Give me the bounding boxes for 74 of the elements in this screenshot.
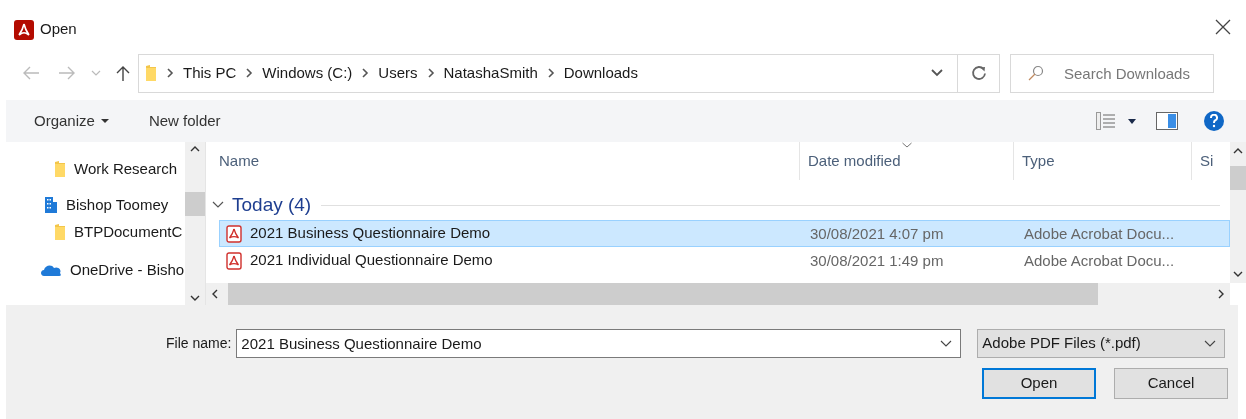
file-name: 2021 Individual Questionnaire Demo [250,250,493,271]
breadcrumb-item[interactable]: NatashaSmith [443,61,538,85]
scrollbar[interactable] [1230,142,1246,283]
chevron-icon [426,68,435,78]
scroll-thumb[interactable] [228,283,1098,305]
nav-item[interactable]: BTPDocumentC [74,220,183,244]
type-cell: Adobe Acrobat Docu... [1024,251,1175,269]
date-cell: 30/08/2021 4:07 pm [810,224,944,242]
refresh-button[interactable] [958,53,1000,93]
scroll-up-icon [1233,148,1243,154]
group-header[interactable]: Today (4) [232,190,312,220]
file-row[interactable]: 2021 Business Questionnaire Demo 30/08/2021 4:07 pm Adobe Acrobat Docu... [219,220,1230,247]
nav-item[interactable]: Bishop Toomey [66,193,169,217]
caret-icon [1128,118,1136,124]
file-name-field[interactable]: 2021 Business Questionnaire Demo [236,329,962,358]
new-folder-button[interactable]: New folder [148,109,221,133]
scroll-down-icon [1233,271,1243,277]
sort-indicator-icon [901,142,912,148]
dialog-button[interactable]: Cancel [1114,368,1228,399]
question-icon [1209,114,1219,128]
chevron-icon [166,68,174,78]
scroll-right-icon [1218,289,1224,299]
pane-icon [1156,112,1178,130]
column-header[interactable]: Name [206,142,799,180]
help-button[interactable] [1204,111,1224,131]
pdf-file-icon [226,224,242,243]
cloud-icon [40,263,62,277]
dialog-button[interactable]: Open [982,368,1096,399]
list-view-icon [1096,112,1116,130]
file-name-label: File name: [166,334,232,353]
nav-item[interactable]: OneDrive - Bisho [70,258,185,282]
file-row[interactable]: 2021 Individual Questionnaire Demo 30/08/2021 1:49 pm Adobe Acrobat Docu... [219,247,1230,274]
window-title: Open [40,18,77,39]
type-cell: Adobe Acrobat Docu... [1024,224,1175,242]
breadcrumb-item[interactable]: This PC [183,61,237,85]
pdf-file-icon [226,251,242,270]
breadcrumb-item[interactable]: Windows (C:) [262,61,353,85]
view-options-button[interactable] [1096,112,1136,130]
date-cell: 30/08/2021 1:49 pm [810,251,944,269]
search-field[interactable]: Search Downloads [1010,53,1214,93]
address-bar[interactable]: This PC Windows (C:) Users NatashaSmith Downloads [138,53,958,93]
forward-arrow-icon [58,65,76,81]
breadcrumb-item[interactable]: Downloads [563,61,638,85]
preview-pane-button[interactable] [1156,112,1178,130]
column-header[interactable]: Si [1191,142,1215,180]
scrollbar[interactable] [185,142,205,305]
scroll-down-icon [190,295,200,301]
refresh-icon [970,65,987,81]
file-name: 2021 Business Questionnaire Demo [250,223,491,244]
column-header[interactable]: Type [1013,142,1191,180]
search-icon [1028,64,1044,81]
chevron-icon [546,68,555,78]
scroll-thumb[interactable] [1230,165,1246,190]
folder-icon [145,64,157,82]
chevron-icon [245,68,254,78]
scroll-thumb[interactable] [185,191,205,216]
close-button[interactable] [1214,18,1232,36]
chevron-down-icon [931,69,943,77]
column-header[interactable]: Date modified [799,142,1013,180]
scroll-up-icon [190,146,200,152]
app-logo-icon [14,20,34,40]
nav-item[interactable]: Work Research [74,157,178,181]
folder-icon [54,160,66,178]
folder-icon [54,223,66,241]
file-type-dropdown[interactable]: Adobe PDF Files (*.pdf) [977,329,1226,358]
up-arrow-icon [114,65,132,81]
building-icon [44,196,58,214]
organize-button[interactable]: Organize [34,109,109,133]
scroll-left-icon [212,289,218,299]
chevron-down-icon [91,70,101,76]
back-arrow-icon [22,65,40,81]
scrollbar[interactable] [206,283,1230,305]
chevron-icon [361,68,370,78]
breadcrumb-item[interactable]: Users [378,61,418,85]
